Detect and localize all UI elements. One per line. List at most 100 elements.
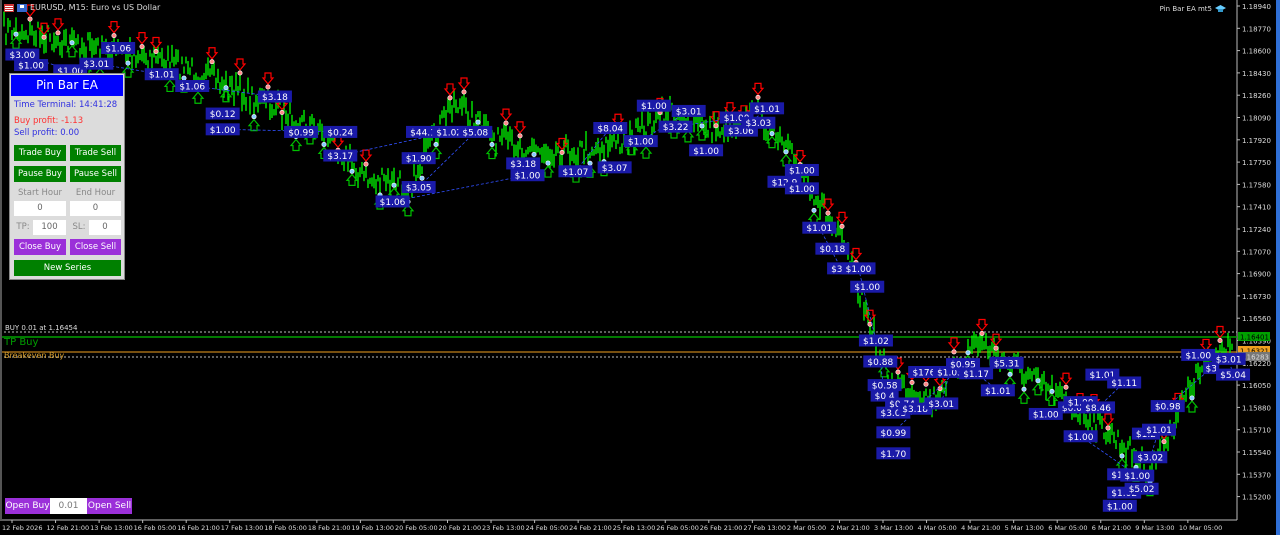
y-tick-label: 1.15880 — [1242, 404, 1271, 412]
x-tick-label: 12 Feb 21:00 — [47, 524, 90, 532]
close-buy-button[interactable]: Close Buy — [14, 239, 66, 255]
profit-label: $0.99 — [880, 429, 906, 439]
left-border — [0, 0, 2, 520]
x-tick-label: 2 Mar 21:00 — [830, 524, 869, 532]
sell-entry-dot — [447, 95, 453, 101]
start-hour-input[interactable]: 0 — [14, 201, 66, 216]
profit-label: $5.04 — [1220, 371, 1246, 381]
buy-signal-arrow — [219, 89, 233, 103]
sell-entry-dot — [713, 123, 719, 129]
trade-sell-button[interactable]: Trade Sell — [70, 145, 121, 161]
profit-label: $1.01 — [806, 224, 832, 234]
sl-label: SL: — [72, 222, 86, 232]
hat-icon[interactable] — [1215, 4, 1226, 13]
profit-label: $1.01 — [1146, 426, 1172, 436]
profit-label: $1.00 — [1124, 472, 1150, 482]
profit-label: $3.01 — [928, 400, 954, 410]
profit-label: $1.01 — [985, 387, 1011, 397]
buy-signal-arrow — [1185, 400, 1199, 413]
sell-entry-dot — [27, 16, 33, 22]
buy-entry-dot — [181, 75, 187, 81]
sl-input[interactable]: 0 — [89, 220, 121, 235]
sell-entry-dot — [923, 381, 929, 387]
x-tick-label: 5 Mar 13:00 — [1005, 524, 1044, 532]
price-chart[interactable]: 1.18940 1.18770 1.18600 1.18430 1.18260 1.180… — [0, 0, 1280, 535]
buy-entry-dot — [1119, 453, 1125, 459]
sell-entry-dot — [461, 89, 467, 95]
x-tick-label: 10 Mar 05:00 — [1179, 524, 1222, 532]
buy-entry-dot — [223, 85, 229, 91]
y-tick-label: 1.16560 — [1242, 315, 1271, 323]
profit-label: $1.00 — [846, 265, 872, 275]
y-tick-label: 1.18090 — [1242, 115, 1271, 123]
sell-signal-arrow — [261, 72, 275, 85]
x-tick-label: 26 Feb 21:00 — [700, 524, 743, 532]
x-tick-label: 24 Feb 05:00 — [526, 524, 569, 532]
profit-label: $1.06 — [380, 198, 406, 208]
start-hour-label: Start Hour — [18, 188, 62, 198]
menu-icon[interactable] — [4, 3, 14, 12]
profit-label: $1.00 — [515, 172, 541, 182]
profit-label: $0.12 — [210, 110, 236, 120]
time-terminal: Time Terminal: 14:41:28 — [14, 100, 118, 110]
profit-label: $3 — [1206, 365, 1217, 375]
buy-signal-arrow — [639, 146, 653, 159]
sell-entry-dot — [951, 349, 957, 355]
open-buy-button[interactable]: Open Buy — [5, 498, 50, 514]
x-tick-label: 19 Feb 13:00 — [351, 524, 394, 532]
scrollbar[interactable] — [1276, 0, 1280, 535]
profit-label: $1.01 — [149, 71, 175, 81]
sell-entry-dot — [363, 161, 369, 167]
close-sell-button[interactable]: Close Sell — [70, 239, 121, 255]
sell-signal-arrow — [1059, 372, 1073, 386]
end-hour-input[interactable]: 0 — [70, 201, 121, 216]
sell-signal-arrow — [107, 21, 121, 34]
y-tick-label: 1.16900 — [1242, 271, 1271, 279]
profit-label: $1.00 — [641, 102, 667, 112]
y-tick-label: 1.18260 — [1242, 92, 1271, 100]
pause-buy-button[interactable]: Pause Buy — [14, 166, 66, 182]
chart-type-icon[interactable] — [17, 3, 27, 12]
trade-buy-button[interactable]: Trade Buy — [14, 145, 66, 161]
profit-label: $3.18 — [510, 160, 536, 170]
buy-entry-dot — [475, 119, 481, 125]
pause-sell-button[interactable]: Pause Sell — [70, 166, 121, 182]
profit-label: $1.00 — [628, 138, 654, 148]
sell-entry-dot — [209, 59, 215, 65]
profit-label: $3.01 — [84, 60, 110, 70]
sell-signal-arrow — [513, 121, 527, 134]
new-series-button[interactable]: New Series — [14, 260, 121, 276]
sell-signal-arrow — [359, 149, 373, 163]
profit-label: $44.1 — [410, 128, 436, 138]
sell-entry-dot — [559, 149, 565, 155]
sell-entry-dot — [909, 379, 915, 385]
symbol-title: EURUSD, M15: Euro vs US Dollar — [30, 3, 161, 12]
y-tick-label: 1.16050 — [1242, 382, 1271, 390]
profit-label: $1.00 — [789, 166, 815, 176]
x-tick-label: 9 Mar 13:00 — [1135, 524, 1174, 532]
buy-entry-dot — [13, 31, 19, 37]
buy-entry-dot — [531, 151, 537, 157]
profit-label: $0.24 — [327, 128, 353, 138]
sell-entry-dot — [979, 330, 985, 336]
x-tick-label: 18 Feb 05:00 — [264, 524, 307, 532]
sell-entry-dot — [993, 345, 999, 351]
tp-input[interactable]: 100 — [33, 220, 66, 235]
profit-label: $3.07 — [602, 164, 628, 174]
sell-entry-dot — [503, 120, 509, 126]
profit-label: $3.02 — [1137, 454, 1163, 464]
x-tick-label: 27 Feb 13:00 — [743, 524, 786, 532]
profit-label: $1.90 — [406, 155, 432, 165]
price-tag-label: 1.16401 — [1240, 334, 1269, 342]
profit-label: $1.00 — [1033, 410, 1059, 420]
lot-size-input[interactable]: 0.01 — [50, 498, 87, 514]
buy-entry-dot — [125, 60, 131, 66]
profit-label: $0.18 — [820, 245, 846, 255]
profit-label: $1.00 — [854, 283, 880, 293]
buy-entry-dot — [391, 182, 397, 188]
buy-entry-dot — [587, 160, 593, 166]
buy-entry-dot — [1021, 386, 1027, 392]
sell-entry-dot — [825, 210, 831, 216]
sell-entry-dot — [265, 84, 271, 90]
open-sell-button[interactable]: Open Sell — [87, 498, 132, 514]
